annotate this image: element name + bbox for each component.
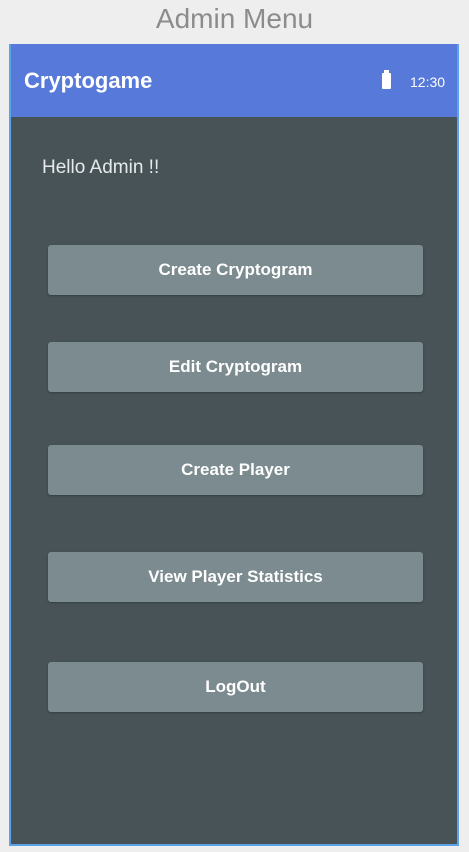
create-cryptogram-label: Create Cryptogram xyxy=(158,260,313,279)
phone-screen: Cryptogame 12:30 Hello Admin !! Create C… xyxy=(9,44,459,846)
edit-cryptogram-button[interactable]: Edit Cryptogram xyxy=(48,342,423,392)
logout-button[interactable]: LogOut xyxy=(48,662,423,712)
battery-icon xyxy=(382,70,391,89)
create-player-label: Create Player xyxy=(181,460,290,479)
screen-caption: Admin Menu xyxy=(155,3,314,34)
view-player-statistics-label: View Player Statistics xyxy=(148,567,323,586)
logout-label: LogOut xyxy=(205,677,266,696)
edit-cryptogram-label: Edit Cryptogram xyxy=(168,357,303,376)
app-title: Cryptogame xyxy=(24,68,153,93)
greeting-text: Hello Admin !! xyxy=(42,157,160,178)
status-clock: 12:30 xyxy=(410,74,446,90)
app-bar: Cryptogame 12:30 xyxy=(11,44,457,117)
create-player-button[interactable]: Create Player xyxy=(48,445,423,495)
create-cryptogram-button[interactable]: Create Cryptogram xyxy=(48,245,423,295)
view-player-statistics-button[interactable]: View Player Statistics xyxy=(48,552,423,602)
